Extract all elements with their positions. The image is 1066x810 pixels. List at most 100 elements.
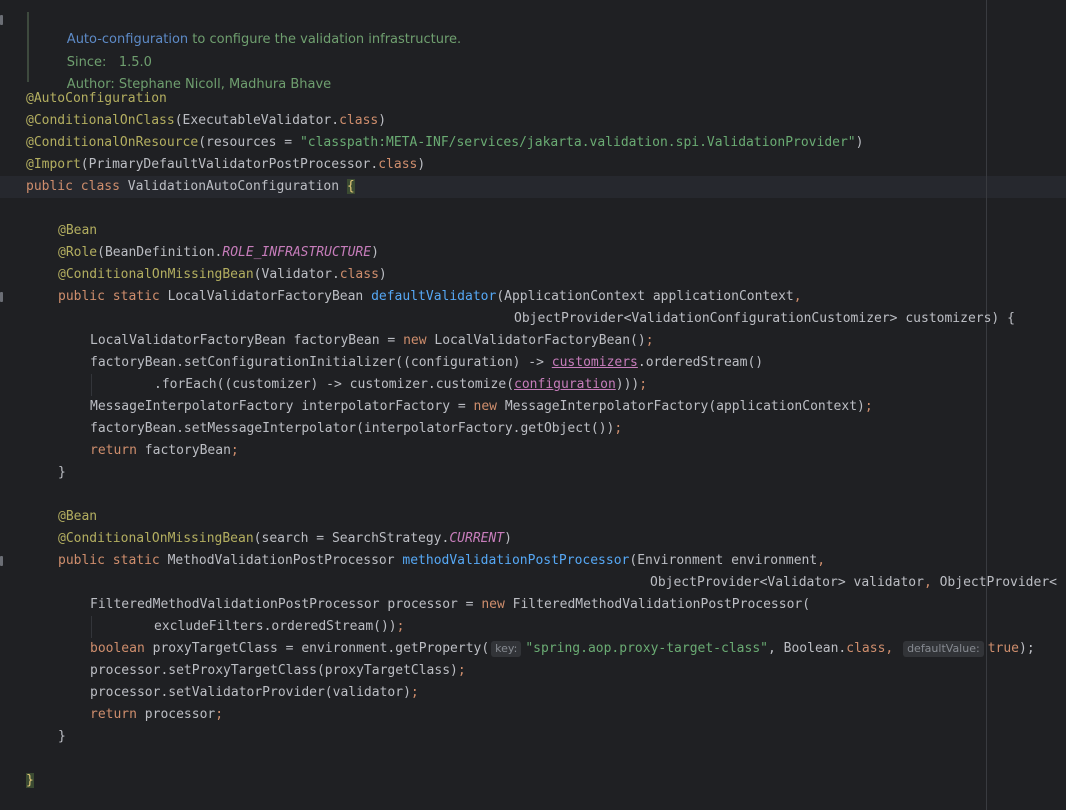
matched-brace: {: [346, 179, 355, 194]
code-line[interactable]: @ConditionalOnResource(resources = "clas…: [26, 132, 863, 154]
annotation: @Bean: [58, 223, 98, 238]
annotation: @ConditionalOnMissingBean: [58, 267, 254, 282]
code-line[interactable]: @Import(PrimaryDefaultValidatorPostProce…: [26, 154, 425, 176]
keyword: public static: [58, 553, 168, 568]
keyword: class: [339, 113, 379, 128]
code-text: factoryBean.setMessageInterpolator(inter…: [90, 421, 615, 436]
code-text: ): [378, 113, 387, 128]
keyword: return: [90, 707, 145, 722]
code-text: ): [378, 267, 387, 282]
annotation: @ConditionalOnMissingBean: [58, 531, 254, 546]
code-line[interactable]: @Bean: [58, 506, 97, 528]
keyword: class: [339, 267, 379, 282]
code-line[interactable]: public class ValidationAutoConfiguration…: [26, 176, 355, 198]
code-line[interactable]: }: [58, 726, 66, 748]
code-line[interactable]: boolean proxyTargetClass = environment.g…: [90, 638, 1035, 660]
keyword: true: [987, 641, 1019, 656]
code-text: factoryBean.setConfigurationInitializer(…: [90, 355, 552, 370]
string-literal: "spring.aop.proxy-target-class": [525, 641, 768, 656]
keyword: return: [90, 443, 145, 458]
annotation: @ConditionalOnResource: [26, 135, 199, 150]
code-text: processor: [144, 707, 216, 722]
code-line[interactable]: }: [26, 770, 34, 792]
code-text: ): [371, 245, 379, 260]
keyword: new: [481, 597, 513, 612]
code-text: (PrimaryDefaultValidatorPostProcessor.: [80, 157, 379, 172]
code-line[interactable]: factoryBean.setMessageInterpolator(inter…: [90, 418, 622, 440]
code-text: .orderedStream(): [637, 355, 764, 370]
code-line[interactable]: processor.setProxyTargetClass(proxyTarge…: [90, 660, 466, 682]
keyword: public static: [58, 289, 168, 304]
brace: }: [58, 729, 66, 744]
type-name: LocalValidatorFactoryBean: [167, 289, 372, 304]
punctuation: ;: [215, 707, 224, 722]
keyword: class: [378, 157, 418, 172]
code-line[interactable]: @ConditionalOnClass(ExecutableValidator.…: [26, 110, 386, 132]
annotation: @Role: [58, 245, 98, 260]
punctuation: ;: [410, 685, 419, 700]
code-line[interactable]: .forEach((customizer) -> customizer.cust…: [154, 374, 647, 396]
code-text: .forEach((customizer) -> customizer.cust…: [154, 377, 515, 392]
punctuation: ;: [645, 333, 654, 348]
javadoc-rendered: Auto-configuration to configure the vali…: [27, 12, 529, 92]
code-text: , Boolean.: [767, 641, 847, 656]
doc-summary: to configure the validation infrastructu…: [188, 32, 462, 47]
code-line[interactable]: }: [58, 462, 66, 484]
code-line[interactable]: factoryBean.setConfigurationInitializer(…: [90, 352, 763, 374]
captured-variable: customizers: [551, 355, 638, 370]
code-line[interactable]: return processor;: [90, 704, 223, 726]
parameter-hint-default-value: defaultValue:: [903, 641, 984, 657]
code-line[interactable]: excludeFilters.orderedStream());: [154, 616, 404, 638]
code-text: (Environment environment: [629, 553, 818, 568]
code-text: proxyTargetClass = environment.getProper…: [152, 641, 490, 656]
gutter-marker: [0, 292, 3, 302]
code-editor[interactable]: Auto-configuration to configure the vali…: [0, 0, 1066, 810]
punctuation: ,: [885, 641, 902, 656]
annotation: @Import: [26, 157, 81, 172]
code-line[interactable]: @ConditionalOnMissingBean(search = Searc…: [58, 528, 512, 550]
annotation: @AutoConfiguration: [26, 91, 167, 106]
code-text: ObjectProvider<: [939, 575, 1057, 590]
keyword: public class: [26, 179, 128, 194]
type-name: MethodValidationPostProcessor: [167, 553, 403, 568]
code-text: FilteredMethodValidationPostProcessor(: [512, 597, 811, 612]
code-line[interactable]: public static LocalValidatorFactoryBean …: [58, 286, 802, 308]
code-line[interactable]: MessageInterpolatorFactory interpolatorF…: [90, 396, 873, 418]
code-line[interactable]: ObjectProvider<Validator> validator, Obj…: [650, 572, 1057, 594]
code-line[interactable]: @ConditionalOnMissingBean(Validator.clas…: [58, 264, 387, 286]
keyword: new: [473, 399, 505, 414]
code-text: ObjectProvider<ValidationConfigurationCu…: [514, 311, 1015, 326]
punctuation: ;: [457, 663, 466, 678]
code-line[interactable]: @Role(BeanDefinition.ROLE_INFRASTRUCTURE…: [58, 242, 379, 264]
code-line[interactable]: processor.setValidatorProvider(validator…: [90, 682, 419, 704]
code-line[interactable]: FilteredMethodValidationPostProcessor pr…: [90, 594, 810, 616]
code-text: (ApplicationContext applicationContext: [496, 289, 794, 304]
punctuation: ,: [793, 289, 802, 304]
brace: }: [58, 465, 66, 480]
code-line[interactable]: ObjectProvider<ValidationConfigurationCu…: [514, 308, 1015, 330]
gutter-marker: [0, 15, 3, 25]
indent-guide: [91, 616, 92, 638]
method-name: defaultValidator: [371, 289, 497, 304]
captured-variable: configuration: [514, 377, 616, 392]
annotation: @ConditionalOnClass: [26, 113, 175, 128]
punctuation: ;: [639, 377, 648, 392]
code-line[interactable]: public static MethodValidationPostProces…: [58, 550, 825, 572]
code-text: ObjectProvider<Validator> validator: [650, 575, 924, 590]
parameter-hint-key: key:: [491, 641, 522, 657]
code-text: ): [855, 135, 864, 150]
code-line[interactable]: LocalValidatorFactoryBean factoryBean = …: [90, 330, 654, 352]
keyword: class: [846, 641, 886, 656]
code-text: (BeanDefinition.: [97, 245, 223, 260]
code-line[interactable]: return factoryBean;: [90, 440, 239, 462]
code-line[interactable]: @Bean: [58, 220, 97, 242]
method-name: methodValidationPostProcessor: [402, 553, 630, 568]
code-text: MessageInterpolatorFactory(applicationCo…: [504, 399, 865, 414]
matched-brace: }: [26, 773, 34, 788]
code-text: processor.setValidatorProvider(validator…: [90, 685, 411, 700]
code-text: );: [1019, 641, 1035, 656]
code-line[interactable]: @AutoConfiguration: [26, 88, 167, 110]
code-text: (search = SearchStrategy.: [253, 531, 450, 546]
code-text: factoryBean: [144, 443, 231, 458]
punctuation: ;: [614, 421, 623, 436]
